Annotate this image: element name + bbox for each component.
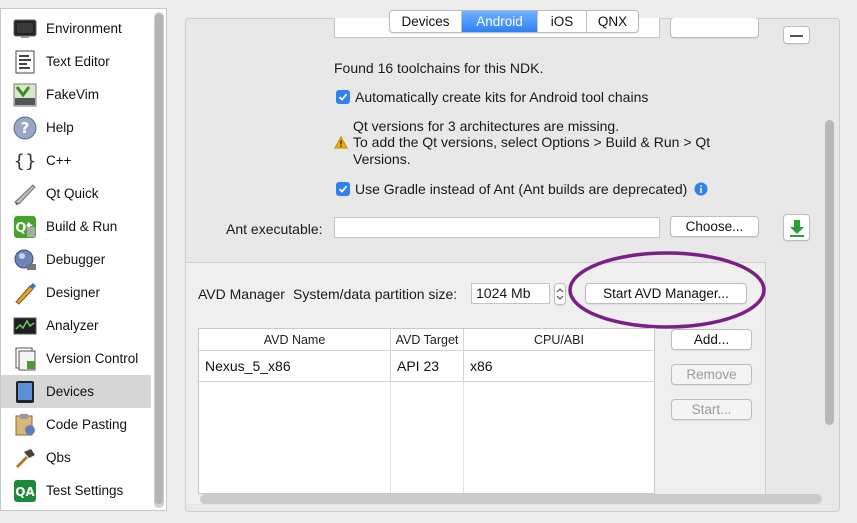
designer-icon	[12, 280, 38, 306]
sidebar-item-label: Help	[46, 120, 74, 135]
column-header-avd-target[interactable]: AVD Target	[391, 329, 464, 351]
sidebar-item-fakevim[interactable]: FakeVim	[1, 78, 151, 111]
tab-qnx[interactable]: QNX	[587, 11, 638, 32]
cpu-abi-cell: x86	[470, 358, 493, 374]
sidebar-item-qbs[interactable]: Qbs	[1, 441, 151, 474]
help-icon: ?	[12, 115, 38, 141]
minus-icon	[790, 35, 803, 37]
warning-line-3: Versions.	[353, 151, 411, 167]
warning-line-2: To add the Qt versions, select Options >…	[353, 134, 711, 150]
horizontal-scrollbar[interactable]	[200, 494, 822, 504]
add-avd-button[interactable]: Add...	[671, 329, 752, 350]
column-divider	[390, 381, 391, 493]
avd-target-cell: API 23	[391, 351, 464, 381]
fakevim-icon	[12, 82, 38, 108]
sidebar-item-label: Code Pasting	[46, 417, 128, 432]
tab-devices[interactable]: Devices	[390, 11, 462, 32]
sidebar-item-devices[interactable]: Devices	[1, 375, 151, 408]
sidebar-item-cpp[interactable]: {} C++	[1, 144, 151, 177]
checkmark-icon	[338, 185, 348, 193]
sidebar-item-label: Designer	[46, 285, 101, 300]
ant-executable-input[interactable]	[334, 217, 660, 238]
debugger-icon	[12, 247, 38, 273]
sidebar-item-label: Qt Quick	[46, 186, 99, 201]
code-pasting-icon	[12, 412, 38, 438]
vertical-scrollbar-thumb[interactable]	[825, 120, 834, 425]
sidebar-item-label: Devices	[46, 384, 95, 399]
sidebar-item-label: Version Control	[46, 351, 139, 366]
sidebar-item-environment[interactable]: Environment	[1, 12, 151, 45]
avd-manager-label: AVD Manager	[198, 286, 285, 302]
svg-text:QA: QA	[15, 485, 35, 499]
column-divider	[463, 381, 464, 493]
warning-icon	[334, 135, 348, 152]
gradle-checkbox[interactable]	[336, 182, 350, 196]
ant-choose-button[interactable]: Choose...	[670, 216, 759, 237]
sidebar-item-designer[interactable]: Designer	[1, 276, 151, 309]
partition-size-label: System/data partition size:	[293, 286, 458, 302]
qa-icon: QA	[12, 478, 38, 504]
analyzer-icon	[12, 313, 38, 339]
gradle-label: Use Gradle instead of Ant (Ant builds ar…	[355, 181, 688, 197]
tab-ios[interactable]: iOS	[538, 11, 587, 32]
svg-text:{}: {}	[14, 151, 37, 172]
partition-size-input[interactable]: 1024 Mb	[471, 283, 550, 304]
svg-text:?: ?	[21, 119, 30, 137]
avd-table[interactable]: AVD Name AVD Target CPU/ABI Nexus_5_x86 …	[198, 328, 655, 494]
checkmark-icon	[338, 93, 348, 101]
sidebar-item-label: Qbs	[46, 450, 71, 465]
download-arrow-icon	[789, 220, 804, 237]
sidebar-item-label: C++	[46, 153, 72, 168]
environment-icon	[12, 16, 38, 42]
sidebar-item-label: Build & Run	[46, 219, 118, 234]
start-avd-button[interactable]: Start...	[671, 399, 752, 420]
sidebar-item-qt-quick[interactable]: Qt Quick	[1, 177, 151, 210]
ndk-browse-button-cutoff[interactable]	[670, 18, 759, 38]
qt-quick-icon	[12, 181, 38, 207]
remove-avd-button[interactable]: Remove	[671, 364, 752, 385]
device-tabs: Devices Android iOS QNX	[389, 10, 639, 33]
text-editor-icon	[12, 49, 38, 75]
warning-line-1: Qt versions for 3 architectures are miss…	[353, 118, 620, 134]
sidebar-item-version-control[interactable]: Version Control	[1, 342, 151, 375]
sidebar-item-analyzer[interactable]: Analyzer	[1, 309, 151, 342]
ant-executable-label: Ant executable:	[226, 221, 323, 237]
sidebar-item-label: Analyzer	[46, 318, 99, 333]
info-icon[interactable]	[694, 182, 708, 199]
devices-icon	[12, 379, 38, 405]
download-button[interactable]	[783, 214, 810, 241]
qbs-hammer-icon	[12, 445, 38, 471]
version-control-icon	[12, 346, 38, 372]
avd-name-cell: Nexus_5_x86	[199, 351, 391, 381]
stepper-arrows-icon	[556, 288, 564, 300]
sidebar-scrollbar[interactable]	[154, 12, 164, 508]
sidebar-item-label: Test Settings	[46, 483, 124, 498]
sidebar-item-help[interactable]: ? Help	[1, 111, 151, 144]
column-header-avd-name[interactable]: AVD Name	[199, 329, 391, 351]
ndk-status-text: Found 16 toolchains for this NDK.	[334, 60, 544, 76]
row-divider	[199, 381, 654, 382]
sidebar-item-test-settings[interactable]: QA Test Settings	[1, 474, 151, 507]
settings-category-sidebar: Environment Text Editor FakeVim ? Help {…	[0, 8, 167, 511]
cpp-braces-icon: {}	[12, 148, 38, 174]
collapse-button[interactable]	[783, 26, 810, 44]
build-run-icon: Qt	[12, 214, 38, 240]
sidebar-scrollbar-thumb[interactable]	[155, 14, 163, 504]
sidebar-item-label: Environment	[46, 21, 122, 36]
sidebar-item-code-pasting[interactable]: Code Pasting	[1, 408, 151, 441]
highlight-ellipse-annotation	[568, 251, 766, 329]
sidebar-item-label: Text Editor	[46, 54, 110, 69]
sidebar-item-label: Debugger	[46, 252, 106, 267]
sidebar-item-label: FakeVim	[46, 87, 100, 102]
auto-kits-checkbox[interactable]	[336, 90, 350, 104]
auto-kits-label: Automatically create kits for Android to…	[355, 89, 649, 105]
column-header-cpu-abi[interactable]: CPU/ABI	[464, 329, 654, 351]
sidebar-item-debugger[interactable]: Debugger	[1, 243, 151, 276]
partition-size-stepper[interactable]	[554, 283, 566, 305]
sidebar-item-text-editor[interactable]: Text Editor	[1, 45, 151, 78]
tab-android[interactable]: Android	[462, 11, 538, 32]
sidebar-item-build-run[interactable]: Qt Build & Run	[1, 210, 151, 243]
